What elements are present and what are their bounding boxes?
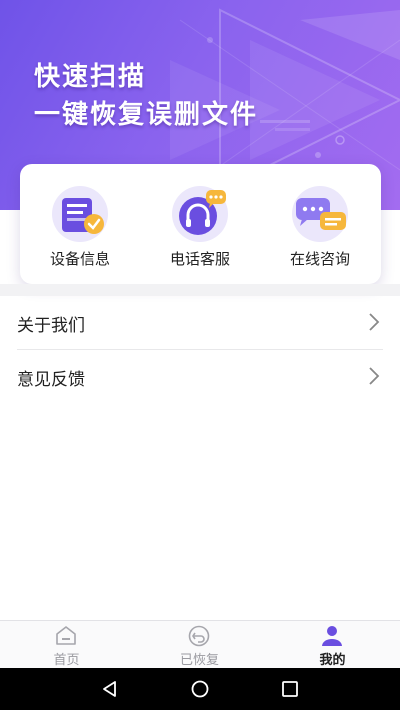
banner-headline-2: 一键恢复误删文件 <box>34 100 259 130</box>
tab-restored[interactable]: 已恢复 <box>133 621 266 669</box>
back-icon[interactable] <box>100 679 120 699</box>
device-info-label: 设备信息 <box>49 250 110 268</box>
profile-icon <box>322 626 342 646</box>
online-chat-button[interactable]: 在线咨询 <box>260 164 380 284</box>
services-card: 设备信息 电话客服 在线咨询 <box>20 164 381 284</box>
device-info-icon <box>52 186 108 242</box>
menu-item-label: 意见反馈 <box>17 370 85 390</box>
menu-item-feedback[interactable]: 意见反馈 <box>0 350 400 402</box>
tab-mine[interactable]: 我的 <box>266 621 399 669</box>
banner-headline-1: 快速扫描 <box>34 62 147 92</box>
chevron-right-icon <box>369 313 380 331</box>
bottom-tab-bar: 首页 已恢复 我的 <box>0 620 400 669</box>
chevron-right-icon <box>369 367 380 385</box>
restore-icon <box>188 625 210 647</box>
menu-item-about-us[interactable]: 关于我们 <box>0 296 400 348</box>
phone-service-button[interactable]: 电话客服 <box>140 164 260 284</box>
home-circle-icon[interactable] <box>190 679 210 699</box>
menu-item-label: 关于我们 <box>17 316 85 336</box>
tab-label: 我的 <box>319 653 346 668</box>
home-icon <box>56 626 76 645</box>
tab-label: 首页 <box>53 653 80 668</box>
online-chat-icon <box>292 186 348 242</box>
phone-service-label: 电话客服 <box>169 250 230 268</box>
tab-home[interactable]: 首页 <box>0 621 133 669</box>
online-chat-label: 在线咨询 <box>289 250 350 268</box>
phone-service-icon <box>172 186 228 242</box>
device-info-button[interactable]: 设备信息 <box>20 164 140 284</box>
recents-icon[interactable] <box>280 679 300 699</box>
system-navigation-bar <box>0 668 400 710</box>
section-separator <box>0 284 400 296</box>
tab-label: 已恢复 <box>179 653 219 668</box>
